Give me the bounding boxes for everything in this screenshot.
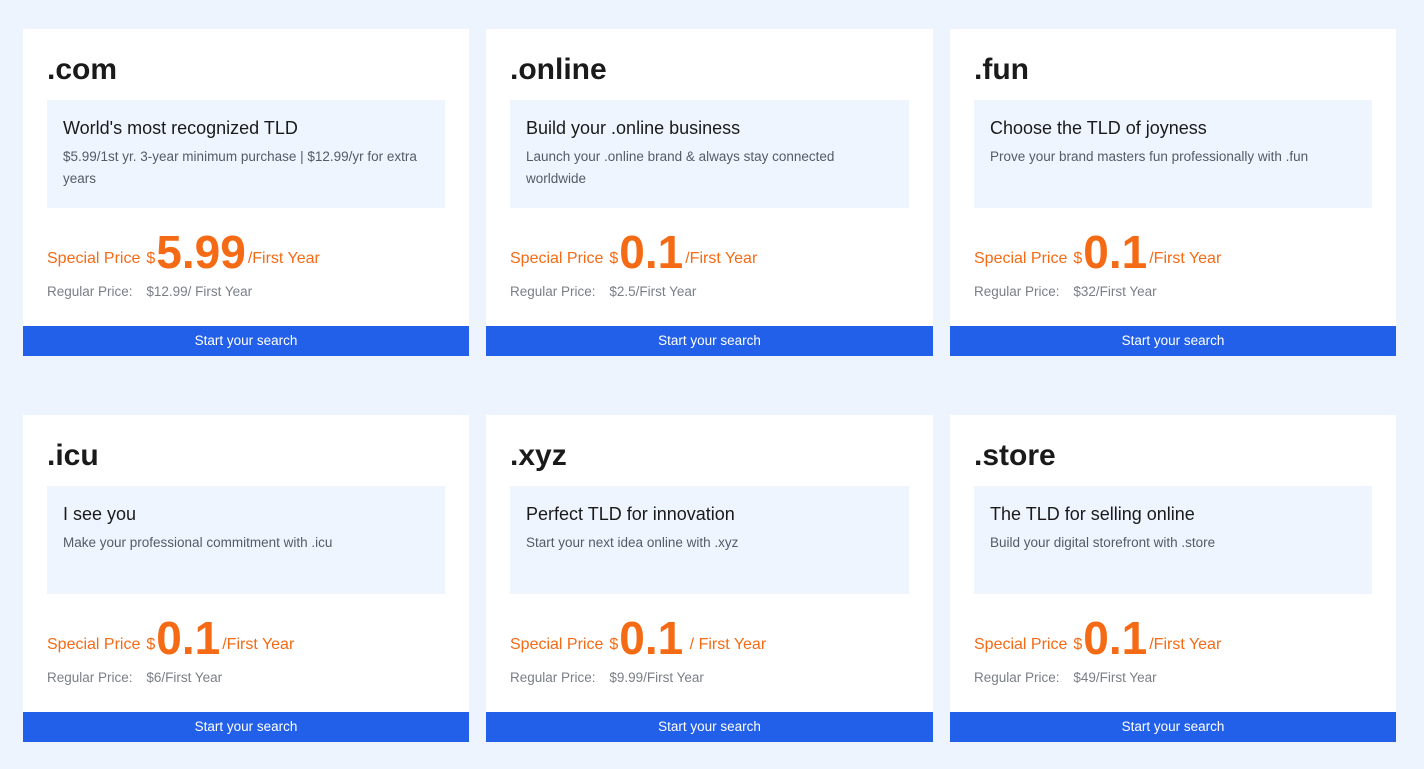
currency-symbol: $ <box>146 250 156 267</box>
special-price-label: Special Price <box>510 250 604 267</box>
start-search-button[interactable]: Start your search <box>23 712 469 742</box>
tld-card-icu: .icu I see you Make your professional co… <box>23 415 469 742</box>
special-price-label: Special Price <box>510 636 604 653</box>
regular-price-value: $32/First Year <box>1073 284 1157 299</box>
tld-description-box: World's most recognized TLD $5.99/1st yr… <box>47 100 445 208</box>
tld-description: Make your professional commitment with .… <box>63 535 333 550</box>
special-price-label: Special Price <box>47 250 141 267</box>
tld-description-box: I see you Make your professional commitm… <box>47 486 445 594</box>
regular-price: Regular Price: $2.5/First Year <box>510 283 696 301</box>
regular-price-value: $49/First Year <box>1073 670 1157 685</box>
tld-tagline: The TLD for selling online <box>990 504 1195 524</box>
tld-name: .store <box>974 439 1056 472</box>
tld-tagline: Build your .online business <box>526 118 741 138</box>
special-price-amount: 5.99 <box>156 226 246 278</box>
currency-symbol: $ <box>1073 636 1083 653</box>
tld-name: .com <box>47 53 118 86</box>
tld-card-online: .online Build your .online business Laun… <box>486 29 933 356</box>
tld-description-box: Perfect TLD for innovation Start your ne… <box>510 486 909 594</box>
special-price-amount: 0.1 <box>1083 226 1148 278</box>
currency-symbol: $ <box>609 250 619 267</box>
tld-card-fun: .fun Choose the TLD of joyness Prove you… <box>950 29 1396 356</box>
regular-price-value: $6/First Year <box>146 670 223 685</box>
regular-price-label: Regular Price: <box>510 284 596 299</box>
special-price: Special Price $ 0.1 /First Year <box>510 224 757 276</box>
start-search-button[interactable]: Start your search <box>486 326 933 356</box>
special-price-unit: /First Year <box>222 636 295 653</box>
regular-price-label: Regular Price: <box>47 284 133 299</box>
tld-name: .icu <box>47 439 99 472</box>
special-price-amount: 0.1 <box>1083 612 1148 664</box>
special-price: Special Price $ 0.1 / First Year <box>510 610 766 662</box>
tld-description-box: Choose the TLD of joyness Prove your bra… <box>974 100 1372 208</box>
currency-symbol: $ <box>1073 250 1083 267</box>
start-search-button[interactable]: Start your search <box>486 712 933 742</box>
tld-card-com: .com World's most recognized TLD $5.99/1… <box>23 29 469 356</box>
special-price-label: Special Price <box>974 250 1068 267</box>
tld-card-xyz: .xyz Perfect TLD for innovation Start yo… <box>486 415 933 742</box>
special-price: Special Price $ 5.99 /First Year <box>47 224 320 276</box>
special-price-amount: 0.1 <box>619 612 684 664</box>
regular-price: Regular Price: $12.99/ First Year <box>47 283 252 301</box>
regular-price: Regular Price: $9.99/First Year <box>510 669 704 687</box>
special-price-label: Special Price <box>974 636 1068 653</box>
regular-price-label: Regular Price: <box>974 670 1060 685</box>
tld-description: Start your next idea online with .xyz <box>526 535 739 550</box>
regular-price-value: $2.5/First Year <box>609 284 697 299</box>
special-price-amount: 0.1 <box>156 612 221 664</box>
tld-description: Prove your brand masters fun professiona… <box>990 149 1309 164</box>
regular-price-value: $12.99/ First Year <box>146 284 253 299</box>
regular-price-value: $9.99/First Year <box>609 670 704 685</box>
regular-price: Regular Price: $6/First Year <box>47 669 222 687</box>
tld-tagline: Perfect TLD for innovation <box>526 504 735 524</box>
start-search-button[interactable]: Start your search <box>950 326 1396 356</box>
special-price-unit: /First Year <box>1149 250 1222 267</box>
special-price: Special Price $ 0.1 /First Year <box>47 610 294 662</box>
tld-description-box: Build your .online business Launch your … <box>510 100 909 208</box>
tld-name: .fun <box>974 53 1029 86</box>
tld-name: .online <box>510 53 607 86</box>
tld-pricing-grid: .com World's most recognized TLD $5.99/1… <box>23 29 1396 742</box>
special-price-amount: 0.1 <box>619 226 684 278</box>
regular-price: Regular Price: $32/First Year <box>974 283 1157 301</box>
tld-tagline: Choose the TLD of joyness <box>990 118 1207 138</box>
special-price: Special Price $ 0.1 /First Year <box>974 610 1221 662</box>
regular-price-label: Regular Price: <box>974 284 1060 299</box>
special-price: Special Price $ 0.1 /First Year <box>974 224 1221 276</box>
special-price-unit: /First Year <box>1149 636 1222 653</box>
currency-symbol: $ <box>146 636 156 653</box>
special-price-unit: /First Year <box>685 250 758 267</box>
special-price-unit: /First Year <box>247 250 320 267</box>
tld-description: Launch your .online brand & always stay … <box>526 149 835 186</box>
tld-description: $5.99/1st yr. 3-year minimum purchase | … <box>63 149 417 186</box>
tld-name: .xyz <box>510 439 567 472</box>
regular-price: Regular Price: $49/First Year <box>974 669 1157 687</box>
regular-price-label: Regular Price: <box>510 670 596 685</box>
tld-tagline: World's most recognized TLD <box>63 118 298 138</box>
special-price-label: Special Price <box>47 636 141 653</box>
currency-symbol: $ <box>609 636 619 653</box>
regular-price-label: Regular Price: <box>47 670 133 685</box>
tld-card-store: .store The TLD for selling online Build … <box>950 415 1396 742</box>
tld-description-box: The TLD for selling online Build your di… <box>974 486 1372 594</box>
start-search-button[interactable]: Start your search <box>23 326 469 356</box>
special-price-unit: / First Year <box>685 636 767 653</box>
tld-tagline: I see you <box>63 504 137 524</box>
tld-description: Build your digital storefront with .stor… <box>990 535 1216 550</box>
start-search-button[interactable]: Start your search <box>950 712 1396 742</box>
